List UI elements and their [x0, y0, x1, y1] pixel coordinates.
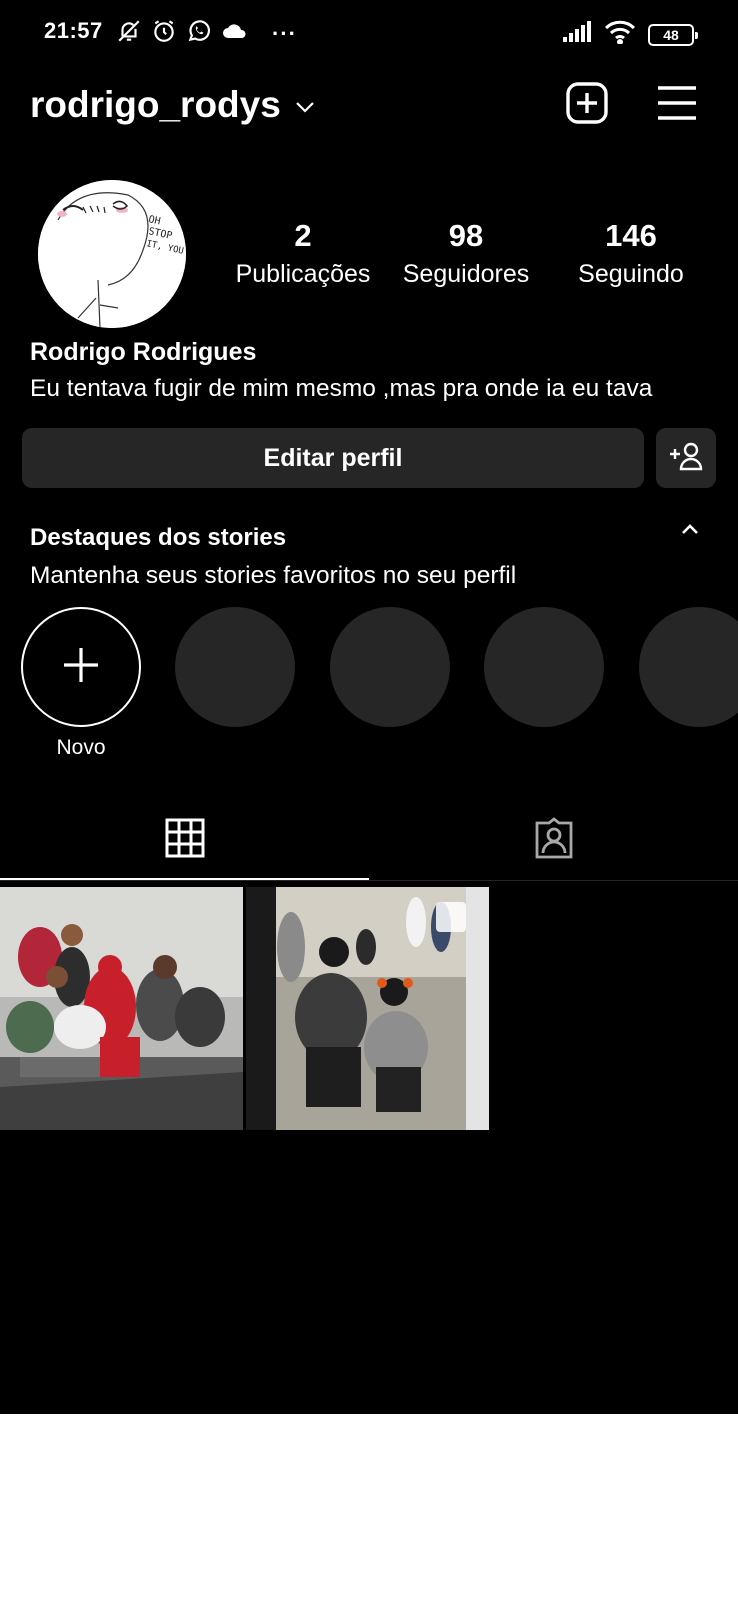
full-name: Rodrigo Rodrigues: [30, 338, 257, 366]
battery-icon: 48: [648, 23, 698, 46]
new-highlight-label: Novo: [56, 736, 106, 759]
wifi-icon: [604, 20, 636, 49]
chevron-down-icon[interactable]: [294, 100, 316, 119]
profile-screen: 21:57 ··· 48 rodrigo_rodys OH STOP IT, Y…: [0, 0, 738, 1414]
system-icons: 48: [562, 20, 698, 49]
avatar-drawing: OH STOP IT, YOU: [38, 180, 186, 328]
tab-divider: [0, 880, 738, 881]
signal-icon: [562, 21, 592, 48]
highlights-subtitle: Mantenha seus stories favoritos no seu p…: [30, 562, 517, 589]
new-post-button[interactable]: [564, 81, 610, 130]
tab-tagged[interactable]: [369, 800, 738, 880]
edit-profile-button[interactable]: Editar perfil: [22, 428, 644, 488]
status-bar: 21:57 ··· 48: [0, 0, 738, 64]
status-time: 21:57: [44, 18, 103, 43]
highlight-placeholder: [639, 607, 738, 727]
menu-icon: [656, 84, 698, 127]
following-count: 146: [605, 218, 657, 253]
followers-stat[interactable]: 98 Seguidores: [391, 218, 541, 289]
following-label: Seguindo: [578, 260, 684, 288]
muted-bell-icon: [116, 18, 142, 49]
active-tab-indicator: [0, 878, 369, 880]
followers-count: 98: [448, 218, 484, 253]
plus-icon: [61, 645, 101, 690]
post-image: [0, 887, 243, 1130]
discover-people-button[interactable]: [656, 428, 716, 488]
post-image: [246, 887, 489, 1130]
highlight-placeholder: [330, 607, 450, 727]
tagged-icon: [533, 816, 575, 864]
new-post-icon: [565, 81, 609, 130]
tab-posts-grid[interactable]: [0, 800, 369, 880]
cloud-icon: [221, 18, 249, 49]
blank-area: [0, 1414, 738, 1600]
alarm-icon: [151, 18, 177, 49]
highlight-placeholder: [175, 607, 295, 727]
highlights-title: Destaques dos stories: [30, 524, 287, 551]
new-highlight-button[interactable]: [21, 607, 141, 727]
highlight-placeholder: [484, 607, 604, 727]
add-person-icon: [668, 441, 704, 476]
chevron-up-icon[interactable]: [680, 522, 700, 541]
whatsapp-icon: [186, 18, 212, 49]
username[interactable]: rodrigo_rodys: [30, 84, 281, 126]
post-thumbnail[interactable]: [246, 887, 489, 1130]
bio: Eu tentava fugir de mim mesmo ,mas pra o…: [30, 375, 653, 402]
grid-icon: [165, 818, 205, 863]
more-indicator: ···: [272, 20, 297, 46]
posts-stat[interactable]: 2 Publicações: [228, 218, 378, 289]
avatar[interactable]: OH STOP IT, YOU: [38, 180, 186, 328]
notification-icons: ···: [116, 18, 297, 49]
posts-count: 2: [294, 218, 312, 253]
posts-label: Publicações: [235, 260, 371, 288]
menu-button[interactable]: [654, 82, 700, 128]
profile-header: rodrigo_rodys: [0, 70, 738, 140]
following-stat[interactable]: 146 Seguindo: [556, 218, 706, 289]
followers-label: Seguidores: [402, 260, 530, 288]
post-thumbnail[interactable]: [0, 887, 243, 1130]
